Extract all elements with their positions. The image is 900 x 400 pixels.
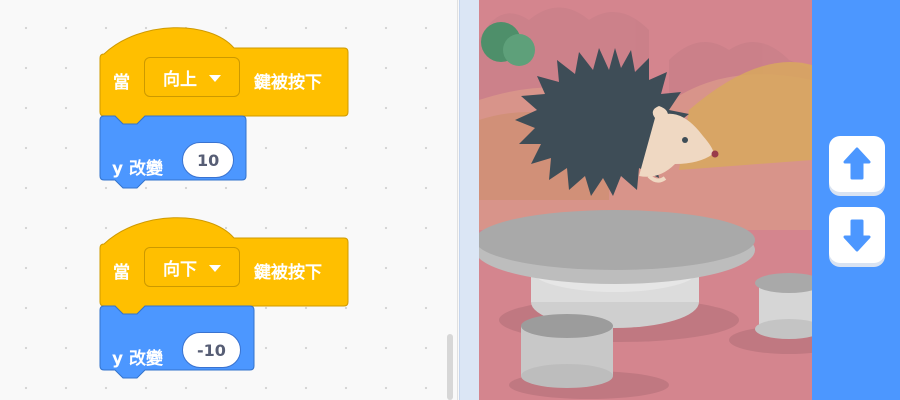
change-y-value-input[interactable]: -10 — [182, 332, 241, 368]
hat-when-label: 當 — [113, 263, 130, 283]
stage-frame — [459, 0, 479, 400]
panel-divider — [457, 0, 458, 400]
change-y-label: y 改變 — [112, 159, 163, 179]
arrow-up-icon — [843, 147, 871, 180]
change-y-label: y 改變 — [112, 349, 163, 369]
script-down-key[interactable]: 當 向下 鍵被按下 y 改變 -10 — [99, 216, 350, 379]
script-up-key[interactable]: 當 向上 鍵被按下 y 改變 10 — [99, 26, 350, 189]
hat-pressed-label: 鍵被按下 — [254, 263, 322, 283]
hedgehog-sprite[interactable] — [499, 40, 729, 200]
hat-when-label: 當 — [113, 73, 130, 93]
caret-down-icon — [209, 264, 221, 272]
key-buttons-panel — [812, 0, 900, 400]
code-workspace[interactable]: 當 向上 鍵被按下 y 改變 10 當 向下 鍵被按下 y 改變 -10 — [0, 0, 443, 400]
arrow-down-icon — [843, 219, 871, 252]
key-dropdown-value: 向下 — [163, 259, 197, 280]
workspace-scrollbar[interactable] — [447, 334, 453, 400]
stage[interactable] — [479, 0, 812, 400]
down-arrow-button[interactable] — [829, 207, 885, 263]
key-dropdown[interactable]: 向下 — [144, 247, 240, 287]
up-arrow-button[interactable] — [829, 136, 885, 192]
caret-down-icon — [209, 74, 221, 82]
key-dropdown[interactable]: 向上 — [144, 57, 240, 97]
key-dropdown-value: 向上 — [163, 69, 197, 90]
hat-pressed-label: 鍵被按下 — [254, 73, 322, 93]
change-y-value-input[interactable]: 10 — [182, 142, 235, 178]
